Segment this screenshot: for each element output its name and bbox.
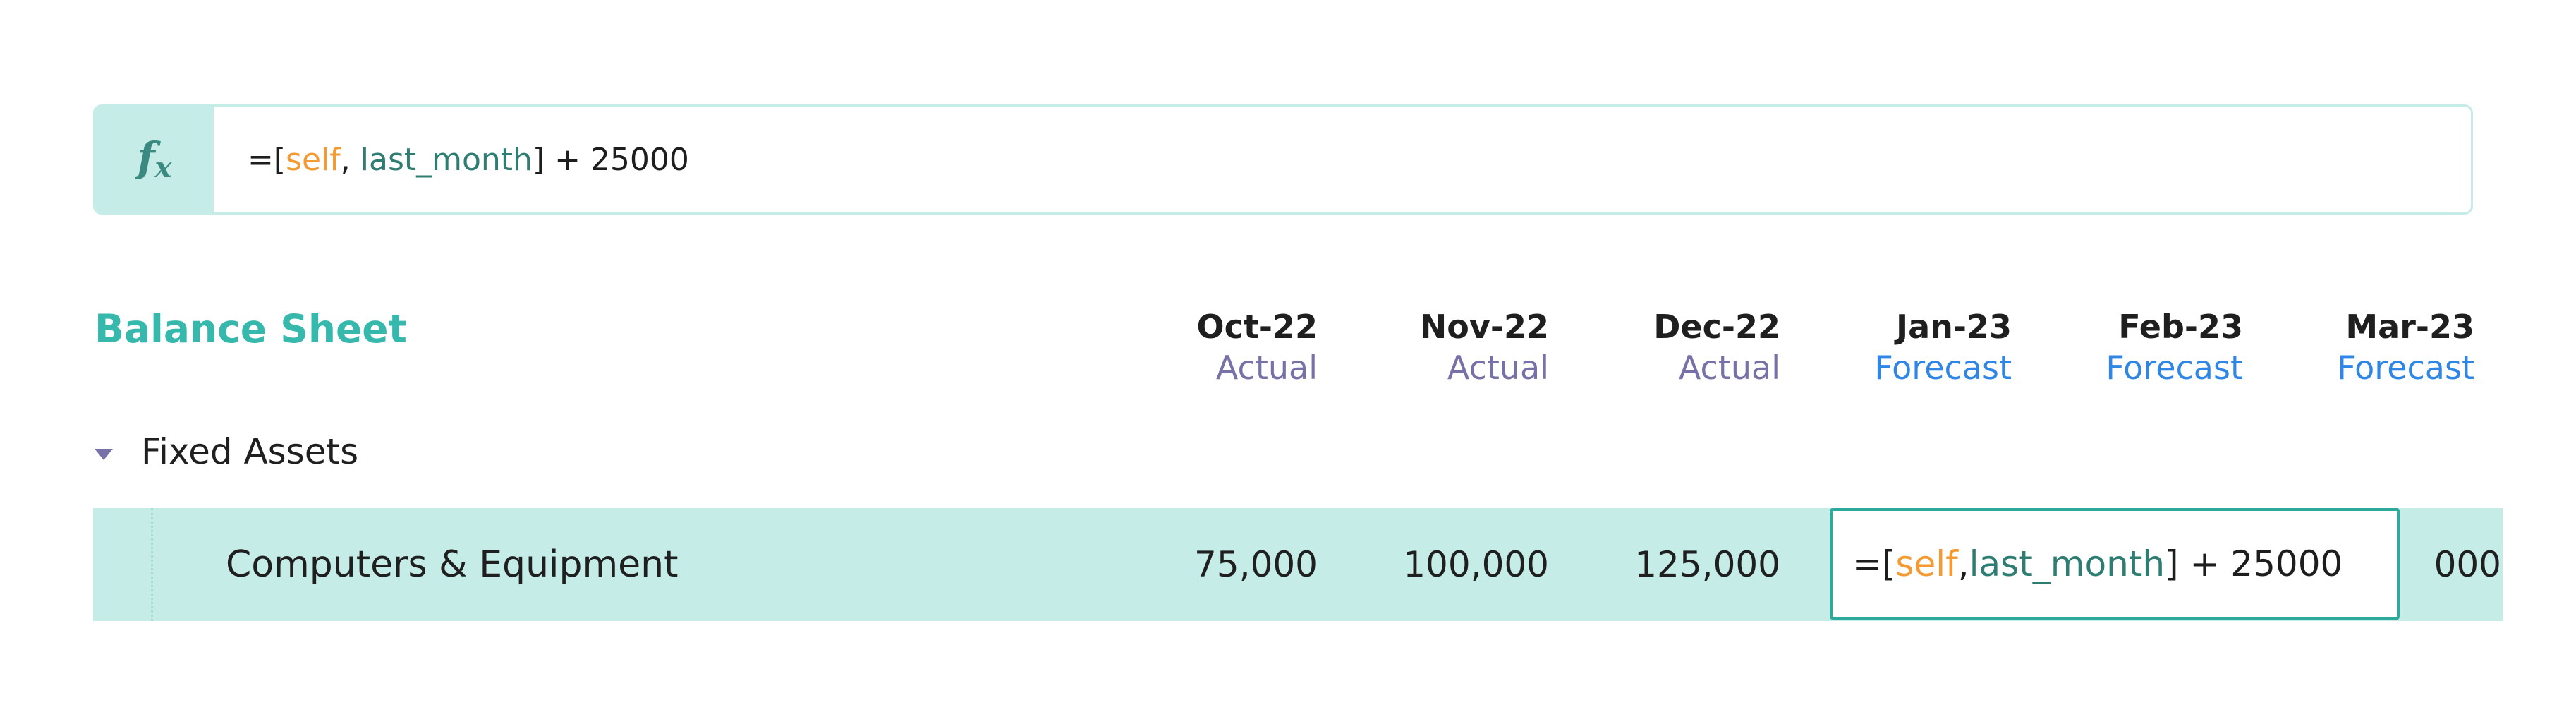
formula-separator: , [340, 141, 360, 178]
formula-input[interactable]: =[self, last_month] + 25000 [214, 142, 689, 178]
column-kind: Forecast [1874, 349, 2012, 387]
editor-suffix: ] + 25000 [2165, 543, 2343, 584]
formula-suffix: ] + 25000 [532, 141, 689, 178]
column-kind: Forecast [2106, 349, 2243, 387]
editor-self-token: self [1895, 543, 1958, 584]
column-header-nov-22[interactable]: Nov-22 Actual [1337, 306, 1549, 388]
column-month: Jan-23 [1895, 308, 2012, 346]
column-month: Mar-23 [2345, 308, 2474, 346]
editor-ref-token: last_month [1969, 543, 2165, 584]
cell-dec-22[interactable]: 125,000 [1569, 508, 1780, 621]
indent-guide [151, 508, 153, 621]
row-label: Computers & Equipment [226, 543, 679, 586]
sheet-title: Balance Sheet [95, 306, 407, 351]
formula-self-token: self [286, 141, 341, 178]
column-month: Dec-22 [1653, 308, 1780, 346]
group-row-fixed-assets[interactable]: Fixed Assets [93, 426, 358, 477]
cell-clip-mar-23: 000 [2396, 508, 2503, 621]
cell-editor[interactable]: =[self, last_month] + 25000 [1830, 508, 2400, 620]
fx-icon: fx [95, 107, 214, 212]
column-header-jan-23[interactable]: Jan-23 Forecast [1800, 306, 2012, 388]
cell-mar-23[interactable]: 000 [2396, 508, 2501, 621]
group-label: Fixed Assets [141, 431, 359, 472]
column-kind: Forecast [2337, 349, 2474, 387]
column-kind: Actual [1678, 349, 1780, 387]
column-header-dec-22[interactable]: Dec-22 Actual [1569, 306, 1780, 388]
caret-down-icon[interactable] [95, 449, 113, 460]
column-header-oct-22[interactable]: Oct-22 Actual [1106, 306, 1318, 388]
column-month: Feb-23 [2118, 308, 2243, 346]
column-header-mar-23[interactable]: Mar-23 Forecast [2263, 306, 2474, 388]
column-header-feb-23[interactable]: Feb-23 Forecast [2031, 306, 2243, 388]
column-kind: Actual [1447, 349, 1549, 387]
column-kind: Actual [1215, 349, 1318, 387]
cell-oct-22[interactable]: 75,000 [1106, 508, 1318, 621]
column-month: Oct-22 [1196, 308, 1318, 346]
formula-bar: fx =[self, last_month] + 25000 [93, 104, 2473, 215]
formula-prefix: =[ [248, 141, 286, 178]
formula-ref-token: last_month [360, 141, 533, 178]
editor-prefix: =[ [1852, 543, 1896, 584]
column-month: Nov-22 [1419, 308, 1549, 346]
cell-nov-22[interactable]: 100,000 [1337, 508, 1549, 621]
editor-separator: , [1957, 543, 1969, 584]
